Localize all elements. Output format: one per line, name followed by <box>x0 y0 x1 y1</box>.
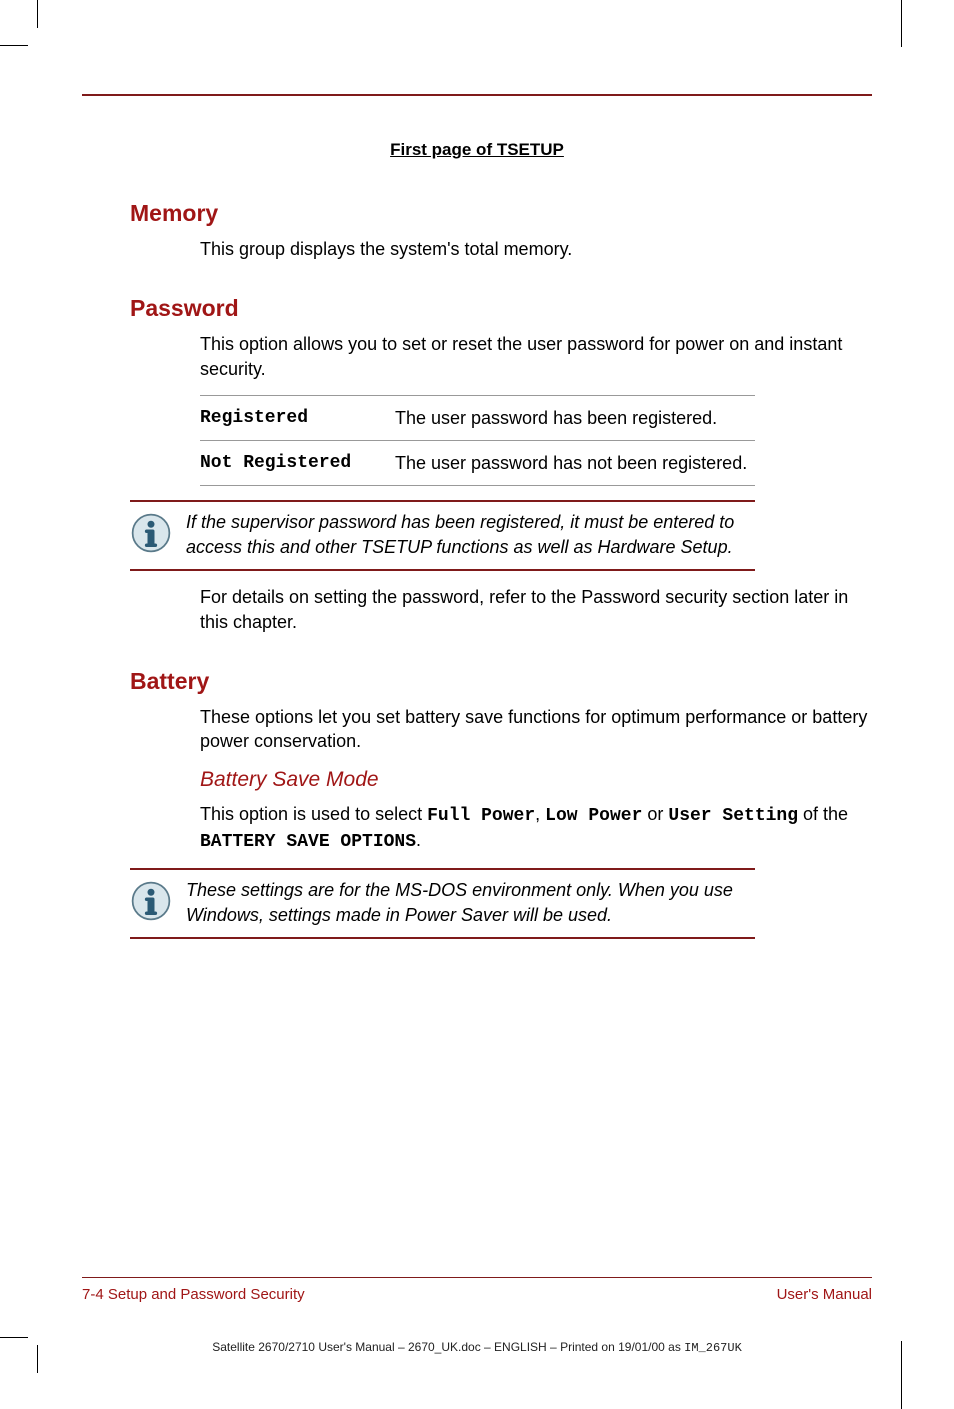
battery-option-para: This option is used to select Full Power… <box>200 802 872 855</box>
txt: This option is used to select <box>200 804 427 824</box>
txt: or <box>642 804 668 824</box>
info-icon <box>130 510 186 559</box>
memory-para: This group displays the system's total m… <box>200 237 872 261</box>
pw-val-1: The user password has not been registere… <box>395 441 755 486</box>
pw-val-0: The user password has been registered. <box>395 395 755 440</box>
password-heading: Password <box>130 295 872 322</box>
pw-key-0: Registered <box>200 395 395 440</box>
mono-txt: Full Power <box>427 806 535 826</box>
password-after-note: For details on setting the password, ref… <box>200 585 872 634</box>
mono-txt: Low Power <box>545 806 642 826</box>
mono-txt: BATTERY SAVE OPTIONS <box>200 832 416 852</box>
txt: of the <box>798 804 848 824</box>
figure-heading: First page of TSETUP <box>82 140 872 160</box>
table-row: Registered The user password has been re… <box>200 395 755 440</box>
print-line: Satellite 2670/2710 User's Manual – 2670… <box>0 1340 954 1355</box>
mono-txt: User Setting <box>668 806 798 826</box>
battery-note-text: These settings are for the MS-DOS enviro… <box>186 878 755 927</box>
table-row: Not Registered The user password has not… <box>200 441 755 486</box>
footer-right: User's Manual <box>777 1286 872 1303</box>
txt: , <box>535 804 545 824</box>
printline-b: IM_267UK <box>684 1341 742 1355</box>
memory-heading: Memory <box>130 200 872 227</box>
battery-note: These settings are for the MS-DOS enviro… <box>130 868 755 939</box>
info-icon <box>130 878 186 927</box>
pw-key-1: Not Registered <box>200 441 395 486</box>
password-table: Registered The user password has been re… <box>200 395 755 487</box>
battery-sub-heading: Battery Save Mode <box>200 768 872 792</box>
header-rule <box>82 94 872 96</box>
printline-a: Satellite 2670/2710 User's Manual – 2670… <box>212 1340 684 1354</box>
password-note: If the supervisor password has been regi… <box>130 500 755 571</box>
txt: . <box>416 830 421 850</box>
password-note-text: If the supervisor password has been regi… <box>186 510 755 559</box>
battery-heading: Battery <box>130 668 872 695</box>
footer-left: 7-4 Setup and Password Security <box>82 1286 305 1303</box>
battery-para: These options let you set battery save f… <box>200 705 872 754</box>
page-footer: 7-4 Setup and Password Security User's M… <box>82 1277 872 1303</box>
password-para: This option allows you to set or reset t… <box>200 332 872 381</box>
